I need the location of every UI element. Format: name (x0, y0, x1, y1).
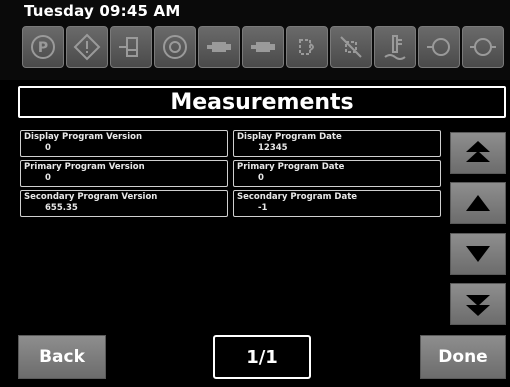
secondary-program-version-field: Secondary Program Version 655.35 (20, 190, 228, 217)
up-arrow-icon (466, 195, 490, 211)
field-label: Display Program Date (237, 132, 342, 142)
field-value: 0 (258, 173, 264, 183)
engine-oil-icon (154, 26, 196, 68)
page-down-button[interactable] (450, 283, 506, 325)
double-down-arrow-icon (466, 295, 490, 316)
glow-plug-icon (286, 26, 328, 68)
page-indicator: 1/1 (213, 335, 311, 379)
svg-text:P: P (38, 40, 48, 56)
warning-diamond-icon (66, 26, 108, 68)
coolant-level-icon (110, 26, 152, 68)
field-value: 12345 (258, 143, 288, 153)
field-value: 0 (45, 143, 51, 153)
parking-brake-icon: P (22, 26, 64, 68)
field-value: 0 (45, 173, 51, 183)
down-arrow-icon (466, 246, 490, 262)
field-value: 655.35 (45, 203, 78, 213)
primary-program-date-field: Primary Program Date 0 (233, 160, 441, 187)
field-label: Secondary Program Date (237, 192, 358, 202)
display-program-version-field: Display Program Version 0 (20, 130, 228, 157)
page-up-button[interactable] (450, 132, 506, 174)
indicator-row: P (22, 26, 510, 72)
back-button[interactable]: Back (18, 335, 106, 379)
scroll-up-button[interactable] (450, 182, 506, 224)
field-label: Primary Program Version (24, 162, 145, 172)
air-filter-icon (462, 26, 504, 68)
page-title: Measurements (18, 86, 506, 118)
water-in-fuel-icon (330, 26, 372, 68)
primary-program-version-field: Primary Program Version 0 (20, 160, 228, 187)
field-label: Display Program Version (24, 132, 143, 142)
double-up-arrow-icon (466, 141, 490, 162)
engine-stop-icon (242, 26, 284, 68)
transmission-icon (418, 26, 460, 68)
secondary-program-date-field: Secondary Program Date -1 (233, 190, 441, 217)
date-time: Tuesday 09:45 AM (24, 2, 181, 20)
scroll-down-button[interactable] (450, 233, 506, 275)
engine-icon (198, 26, 240, 68)
display-program-date-field: Display Program Date 12345 (233, 130, 441, 157)
field-value: -1 (258, 203, 268, 213)
status-bar: Tuesday 09:45 AM P (0, 0, 510, 80)
done-button[interactable]: Done (420, 335, 506, 379)
field-label: Secondary Program Version (24, 192, 158, 202)
field-label: Primary Program Date (237, 162, 345, 172)
coolant-temperature-icon (374, 26, 416, 68)
